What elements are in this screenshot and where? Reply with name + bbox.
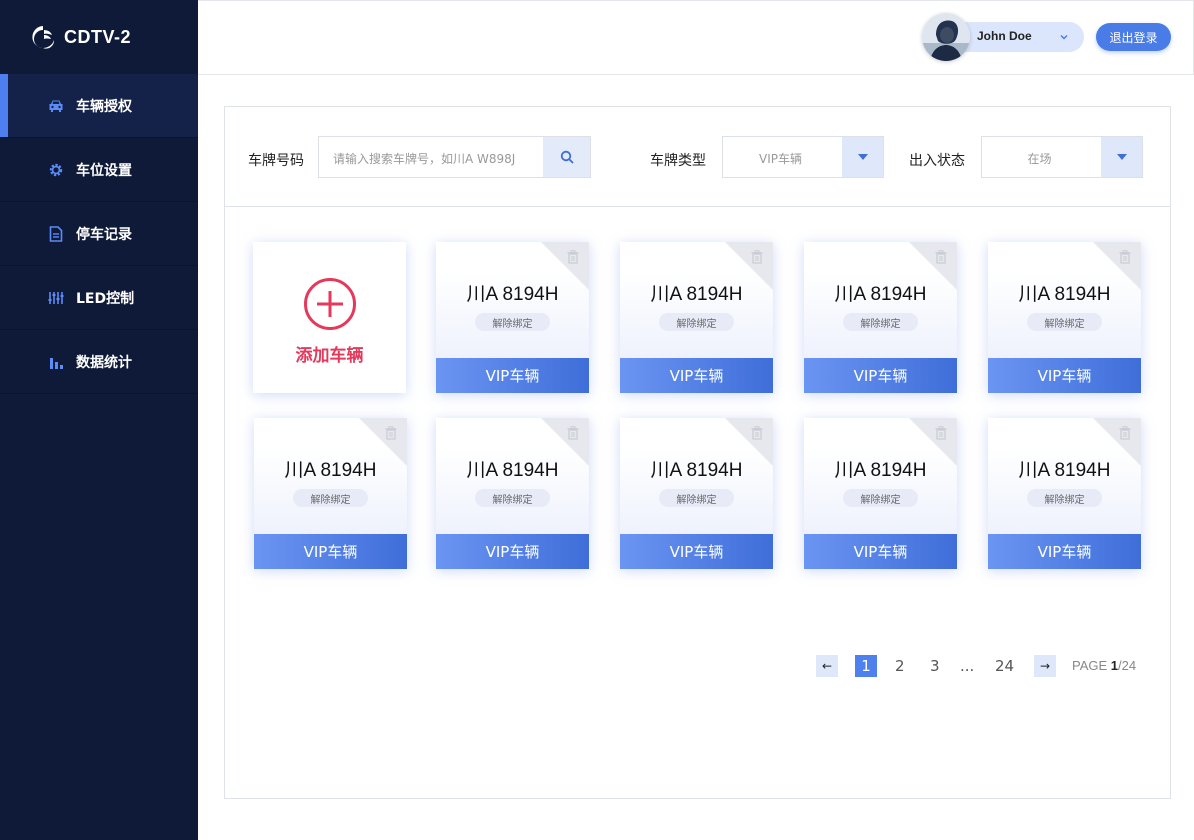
trash-icon[interactable] xyxy=(1119,250,1131,264)
page-total: /24 xyxy=(1118,658,1137,673)
filter-bar: 车牌号码 请输入搜索车牌号，如川A W898J 车牌类型 VIP车辆 出入状态 … xyxy=(225,107,1170,207)
trash-icon[interactable] xyxy=(567,426,579,440)
vehicle-type-label: VIP车辆 xyxy=(436,358,589,393)
vehicle-card[interactable]: 川A 8194H 解除绑定 VIP车辆 xyxy=(436,418,589,569)
user-name: John Doe xyxy=(977,29,1032,43)
chevron-down-icon[interactable] xyxy=(1058,31,1070,43)
vehicle-card[interactable]: 川A 8194H 解除绑定 VIP车辆 xyxy=(436,242,589,393)
sidebar-item-vehicle-auth[interactable]: 车辆授权 xyxy=(0,74,198,138)
unbind-button[interactable]: 解除绑定 xyxy=(843,489,918,507)
trash-icon[interactable] xyxy=(751,426,763,440)
vehicle-card[interactable]: 川A 8194H 解除绑定 VIP车辆 xyxy=(804,418,957,569)
sidebar-item-label: LED控制 xyxy=(76,290,135,307)
page-3[interactable]: 3 xyxy=(930,657,940,675)
logo-icon xyxy=(32,26,55,49)
user-menu[interactable]: John Doe xyxy=(922,13,1084,61)
sidebar-item-statistics[interactable]: 数据统计 xyxy=(0,330,198,394)
plate-number: 川A 8194H xyxy=(466,284,559,305)
unbind-button[interactable]: 解除绑定 xyxy=(475,489,550,507)
search-icon xyxy=(560,150,574,164)
plate-type-select[interactable]: VIP车辆 xyxy=(722,136,884,178)
vehicle-type-label: VIP车辆 xyxy=(436,534,589,569)
sidebar-item-label: 车辆授权 xyxy=(76,98,132,115)
search-placeholder: 请输入搜索车牌号，如川A W898J xyxy=(333,152,516,166)
status-value: 在场 xyxy=(1027,152,1052,166)
unbind-button[interactable]: 解除绑定 xyxy=(659,489,734,507)
plate-number: 川A 8194H xyxy=(284,460,377,481)
sidebar-item-label: 车位设置 xyxy=(76,162,132,179)
page-24[interactable]: 24 xyxy=(995,657,1014,675)
sidebar-item-label: 停车记录 xyxy=(76,226,132,243)
trash-icon[interactable] xyxy=(935,426,947,440)
page-1[interactable]: 1 xyxy=(855,655,877,677)
search-button[interactable] xyxy=(543,137,590,177)
plate-search-input[interactable]: 请输入搜索车牌号，如川A W898J xyxy=(318,136,591,178)
plate-number: 川A 8194H xyxy=(1018,284,1111,305)
top-header: John Doe 退出登录 xyxy=(198,0,1194,75)
vehicle-type-label: VIP车辆 xyxy=(620,534,773,569)
trash-icon[interactable] xyxy=(385,426,397,440)
plus-circle-icon xyxy=(304,278,356,330)
sidebar-item-led-control[interactable]: LED控制 xyxy=(0,266,198,330)
vehicle-card[interactable]: 川A 8194H 解除绑定 VIP车辆 xyxy=(620,418,773,569)
sidebar: CDTV-2 车辆授权 车位设置 停车记录 LED控制 数据统计 xyxy=(0,0,198,840)
unbind-button[interactable]: 解除绑定 xyxy=(293,489,368,507)
prev-page-button[interactable]: ← xyxy=(816,655,838,677)
vehicle-card[interactable]: 川A 8194H 解除绑定 VIP车辆 xyxy=(254,418,407,569)
plate-label: 车牌号码 xyxy=(248,153,304,169)
trash-icon[interactable] xyxy=(567,250,579,264)
trash-icon[interactable] xyxy=(751,250,763,264)
sliders-icon xyxy=(48,290,64,306)
vehicle-card[interactable]: 川A 8194H 解除绑定 VIP车辆 xyxy=(804,242,957,393)
plate-type-label: 车牌类型 xyxy=(650,153,706,169)
trash-icon[interactable] xyxy=(1119,426,1131,440)
bar-chart-icon xyxy=(48,354,64,370)
vehicle-type-label: VIP车辆 xyxy=(804,358,957,393)
plate-number: 川A 8194H xyxy=(834,460,927,481)
page-prefix: PAGE xyxy=(1072,658,1111,673)
dropdown-arrow-icon[interactable] xyxy=(842,137,883,177)
vehicle-type-label: VIP车辆 xyxy=(804,534,957,569)
unbind-button[interactable]: 解除绑定 xyxy=(843,313,918,331)
vehicle-type-label: VIP车辆 xyxy=(988,534,1141,569)
vehicle-type-label: VIP车辆 xyxy=(620,358,773,393)
unbind-button[interactable]: 解除绑定 xyxy=(475,313,550,331)
page-2[interactable]: 2 xyxy=(895,657,905,675)
sidebar-item-parking-records[interactable]: 停车记录 xyxy=(0,202,198,266)
gear-icon xyxy=(48,162,64,178)
add-vehicle-label: 添加车辆 xyxy=(295,346,364,366)
avatar[interactable] xyxy=(922,13,970,61)
vehicle-card[interactable]: 川A 8194H 解除绑定 VIP车辆 xyxy=(988,242,1141,393)
brand[interactable]: CDTV-2 xyxy=(0,0,198,74)
sidebar-item-label: 数据统计 xyxy=(76,354,132,371)
unbind-button[interactable]: 解除绑定 xyxy=(659,313,734,331)
trash-icon[interactable] xyxy=(935,250,947,264)
status-select[interactable]: 在场 xyxy=(981,136,1143,178)
plate-number: 川A 8194H xyxy=(466,460,559,481)
plate-type-value: VIP车辆 xyxy=(759,152,802,166)
vehicle-card[interactable]: 川A 8194H 解除绑定 VIP车辆 xyxy=(620,242,773,393)
document-icon xyxy=(48,225,64,242)
plate-number: 川A 8194H xyxy=(1018,460,1111,481)
sidebar-item-parking-settings[interactable]: 车位设置 xyxy=(0,138,198,202)
page-current: 1 xyxy=(1110,658,1119,673)
unbind-button[interactable]: 解除绑定 xyxy=(1027,489,1102,507)
vehicle-type-label: VIP车辆 xyxy=(254,534,407,569)
plate-number: 川A 8194H xyxy=(650,460,743,481)
status-label: 出入状态 xyxy=(909,153,965,169)
vehicle-card[interactable]: 川A 8194H 解除绑定 VIP车辆 xyxy=(988,418,1141,569)
next-page-button[interactable]: → xyxy=(1034,655,1056,677)
add-vehicle-card[interactable]: 添加车辆 xyxy=(253,242,406,393)
plate-number: 川A 8194H xyxy=(834,284,927,305)
car-icon xyxy=(48,98,64,114)
unbind-button[interactable]: 解除绑定 xyxy=(1027,313,1102,331)
page-ellipsis: ... xyxy=(960,657,975,675)
plate-number: 川A 8194H xyxy=(650,284,743,305)
vehicle-type-label: VIP车辆 xyxy=(988,358,1141,393)
page-indicator: PAGE 1/24 xyxy=(1072,658,1136,673)
logout-button[interactable]: 退出登录 xyxy=(1096,23,1171,51)
app-title: CDTV-2 xyxy=(64,26,132,47)
dropdown-arrow-icon[interactable] xyxy=(1101,137,1142,177)
